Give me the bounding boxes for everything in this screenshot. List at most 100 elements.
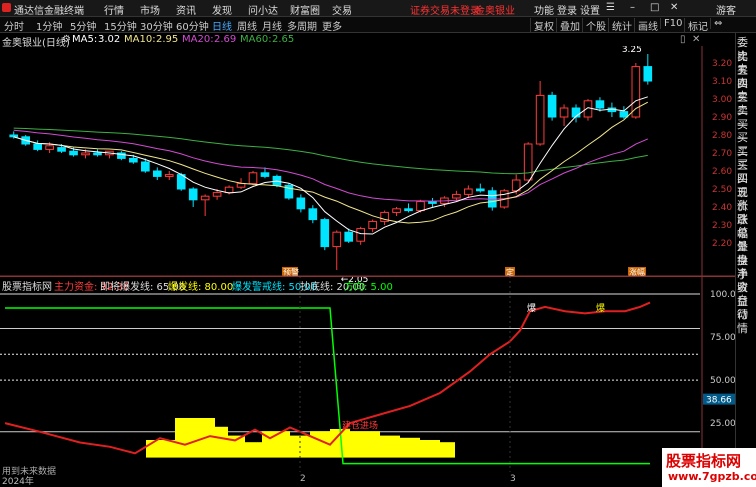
yellow-volume-bar [380,435,400,458]
pin-icon[interactable]: ▯ [680,34,686,45]
menu-news[interactable]: 资讯 [176,2,196,17]
menu-wealth[interactable]: 财富圈 [290,2,320,17]
price-axis-label: 2.40 [712,203,732,213]
candle-body [428,201,437,204]
tool-adjust[interactable]: 复权 [530,18,554,33]
candle-body [475,188,485,192]
high-price-label: 3.25 [622,46,642,55]
menu-discover[interactable]: 发现 [212,2,232,17]
candle-body [368,220,377,230]
price-axis-label: 2.20 [712,239,732,249]
ma-info-bar: 金奥银业(日线) ⚙ MA5: 3.02 MA10: 2.95 MA20: 2.… [0,33,700,49]
candle-body [164,174,174,177]
menu-quotes[interactable]: 行情 [104,2,124,17]
ma20-label: MA20: [182,34,214,45]
app-title: 通达信金融终端 [14,6,84,17]
tool-overlay[interactable]: 叠加 [556,18,580,33]
indicator-title-bar: 股票指标网 主力资金: 92.36 即将爆发线: 65.00 爆发线: 80.00 爆… [0,276,735,293]
watermark-title: 股票指标网 [666,452,742,470]
period-timeshare[interactable]: 分时 [4,18,24,33]
candle-body [523,143,533,181]
candle-body [308,208,318,221]
ma60-label: MA60: [240,34,272,45]
candle-body [152,170,162,177]
period-weekly[interactable]: 周线 [237,18,257,33]
close-icon[interactable]: ✕ [670,2,678,13]
menu-trade[interactable]: 交易 [332,2,352,17]
maximize-icon[interactable]: □ [650,2,659,13]
main-force-line [4,301,651,455]
yellow-volume-bar [400,437,420,458]
price-axis-label: 3.00 [712,95,732,105]
tool-stock[interactable]: 个股 [582,18,606,33]
login-button[interactable]: 登录 [557,2,577,17]
period-30min[interactable]: 30分钟 [140,18,173,33]
minimize-icon[interactable]: – [630,2,635,13]
price-axis-label: 2.30 [712,221,732,231]
candle-body [57,147,66,152]
candle-body [595,100,605,109]
guest-label[interactable]: 游客 [716,2,736,17]
menu-ask[interactable]: 问小达 [248,2,278,17]
candle-body [45,145,54,150]
ma10-line [13,101,649,224]
candle-body [200,195,210,201]
candle-body [547,94,557,118]
candle-body [224,186,234,194]
price-axis-label: 2.80 [712,131,732,141]
yellow-volume-bar [146,439,175,458]
candle-body [452,193,461,199]
watermark-url: www.7gpzb.com [668,470,756,483]
period-5min[interactable]: 5分钟 [70,18,96,33]
candle-body [248,172,258,185]
candle-body [141,161,150,172]
indicator-axis-label: 50.00 [710,376,735,386]
period-more[interactable]: 更多 [322,18,342,33]
kline-chart[interactable]: 3.20 3.10 3.00 2.90 2.80 2.70 2.60 2.50 2.40 2.30… [0,46,735,472]
period-1min[interactable]: 1分钟 [36,18,62,33]
ma10-label: MA10: [124,34,156,45]
candle-body [81,152,90,156]
right-panel-label[interactable]: 行情 [737,308,756,336]
indicator-item: 爆发线: 80.00 [168,282,234,293]
period-60min[interactable]: 60分钟 [176,18,209,33]
yellow-volume-bar [350,431,380,458]
period-monthly[interactable]: 月线 [262,18,282,33]
candle-body [93,152,102,156]
candle-body [320,219,330,248]
candle-body [188,188,198,201]
tool-mark[interactable]: 标记 [684,18,708,33]
price-axis-label: 2.60 [712,167,732,177]
menu-icon[interactable]: ☰ [606,2,615,13]
yellow-volume-bar [245,442,262,458]
ma5-label: MA5: [72,34,98,45]
settings-button[interactable]: 设置 [580,2,600,17]
menu-market[interactable]: 市场 [140,2,160,17]
yellow-volume-bar [175,417,200,458]
candle-body [583,100,593,118]
login-warning[interactable]: 证券交易未登录 [410,2,480,17]
period-15min[interactable]: 15分钟 [104,18,137,33]
period-multi[interactable]: 多周期 [287,18,317,33]
price-axis-label: 2.90 [712,113,732,123]
tool-f10[interactable]: F10 [660,18,682,29]
menu-bar: 通达信金融终端 行情 市场 资讯 发现 问小达 财富圈 交易 证券交易未登录 金… [0,0,756,17]
ma10-value: 2.95 [156,34,179,45]
candle-body [392,208,401,213]
candle-body [404,208,413,212]
tool-expand-icon[interactable]: ⇔ [710,18,722,29]
tool-stats[interactable]: 统计 [608,18,632,33]
yellow-volume-bar [420,439,440,458]
tool-draw[interactable]: 画线 [634,18,658,33]
burst-signal-label: 爆 [596,302,605,314]
settings-gear-icon[interactable]: ⚙ [62,34,71,45]
function-button[interactable]: 功能 [534,2,554,17]
burst-signal-label: 爆 [527,302,536,314]
candle-body [236,183,246,188]
candle-body [212,192,222,197]
candle-body [33,143,42,150]
price-axis-label: 2.70 [712,149,732,159]
indicator-axis-label: 100.0 [710,290,735,300]
panel-close-icon[interactable]: ✕ [692,34,700,45]
period-daily[interactable]: 日线 [212,18,232,33]
